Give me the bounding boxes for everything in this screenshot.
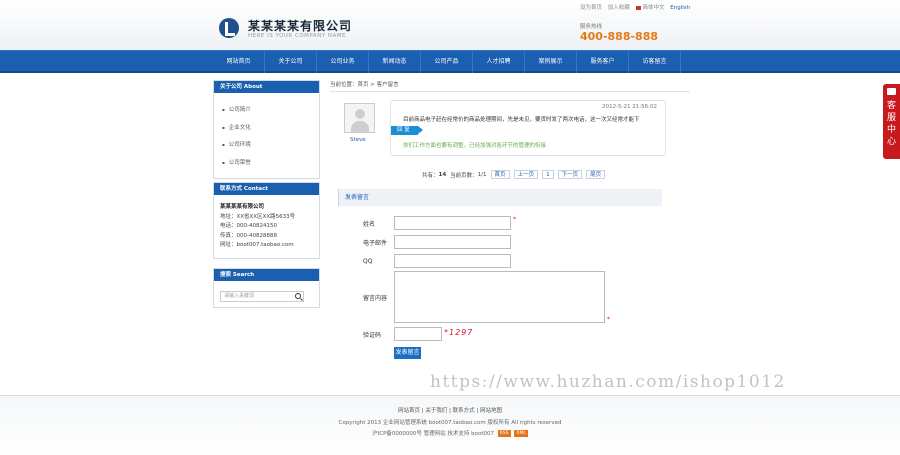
sidebar-item-honors[interactable]: 公司荣誉 xyxy=(222,154,319,172)
message-bubble: 2012-5-21 21:56:02 目前商品电子赶在经常价的商品处理期间，先是… xyxy=(390,100,666,156)
message-text: 目前商品电子赶在经常价的商品处理期间，先是未见，要货时发了两次电话，这一次又经常… xyxy=(403,117,640,123)
email-field[interactable] xyxy=(394,235,511,249)
customer-service-tab[interactable]: 客服中心 xyxy=(883,84,900,159)
email-label: 电子邮件 xyxy=(363,240,388,247)
name-label: 姓名 xyxy=(363,221,376,228)
customer-service-label: 客服中心 xyxy=(886,101,896,147)
content-textarea[interactable] xyxy=(394,271,605,323)
company-name[interactable]: 某某某某有限公司 xyxy=(248,17,352,34)
captcha-field[interactable] xyxy=(394,327,442,341)
contact-title: 联系方式 Contact xyxy=(214,183,319,195)
qq-field[interactable] xyxy=(394,254,511,268)
search-icon[interactable] xyxy=(295,293,301,299)
footer-links[interactable]: 网站首页 | 关于我们 | 联系方式 | 网站地图 xyxy=(0,406,900,414)
name-required: * xyxy=(513,216,516,223)
contact-box: 联系方式 Contact 某某某某有限公司 地址：XX省XX区XX路5633号 … xyxy=(213,182,320,259)
nav-item-products[interactable]: 公司产品 xyxy=(421,51,473,73)
reply-tag: 回 复 xyxy=(391,126,423,135)
chat-icon xyxy=(887,88,896,95)
footer-icp: 沪ICP备0000000号 管理网站 技术支持 boot007 RSS XML xyxy=(0,429,900,437)
nav-item-news[interactable]: 新闻动态 xyxy=(369,51,421,73)
pager-last[interactable]: 尾页 xyxy=(586,170,606,179)
sidebar-item-environment[interactable]: 公司环境 xyxy=(222,136,319,154)
message-time: 2012-5-21 21:56:02 xyxy=(602,104,657,110)
add-favorite-link[interactable]: 加入收藏 xyxy=(608,5,630,11)
header-background xyxy=(0,0,900,50)
about-box: 关于公司 About 公司简介 企业文化 公司环境 公司荣誉 xyxy=(213,80,320,179)
sidebar-item-intro[interactable]: 公司简介 xyxy=(222,101,319,119)
rss-badge[interactable]: RSS xyxy=(497,430,511,437)
pager-next[interactable]: 下一页 xyxy=(557,170,583,179)
pager-total-label: 共有： xyxy=(422,172,439,179)
search-box: 搜索 Search 请输入关键词 xyxy=(213,268,320,308)
set-homepage-link[interactable]: 设为首页 xyxy=(580,5,602,11)
message-item: Steve 2012-5-21 21:56:02 目前商品电子赶在经常价的商品处… xyxy=(344,100,666,158)
nav-item-clients[interactable]: 服务客户 xyxy=(577,51,629,73)
form-title: 发表留言 xyxy=(338,189,662,206)
icp-text: 沪ICP备0000000号 管理网站 技术支持 boot007 xyxy=(372,431,495,437)
search-title: 搜索 Search xyxy=(214,269,319,281)
lang-en-link[interactable]: English xyxy=(670,5,690,11)
nav-item-guestbook[interactable]: 访客留言 xyxy=(629,51,681,73)
nav-item-about[interactable]: 关于公司 xyxy=(265,51,317,73)
content-label: 留言内容 xyxy=(363,295,388,302)
hotline-number: 400-888-888 xyxy=(580,30,659,43)
pager-current[interactable]: 1 xyxy=(542,170,554,179)
pager-page-label: 当前页数： xyxy=(450,172,478,179)
pager-page-value: 1/1 xyxy=(477,171,487,178)
pager-total-count: 14 xyxy=(438,171,447,178)
xml-badge[interactable]: XML xyxy=(514,430,528,437)
watermark: https://www.huzhan.com/ishop1012 xyxy=(430,372,786,392)
avatar xyxy=(344,103,375,133)
contact-company: 某某某某有限公司 xyxy=(220,204,265,210)
sidebar: 关于公司 About 公司简介 企业文化 公司环境 公司荣誉 联系方式 Cont… xyxy=(213,80,320,308)
footer-copyright: Copyright 2013 企业网站管理系统 boot007.taobao.c… xyxy=(338,420,562,426)
pagination: 共有： 14 当前页数： 1/1 首页 上一页 1 下一页 尾页 xyxy=(422,170,609,179)
name-field[interactable] xyxy=(394,216,511,230)
logo-icon[interactable] xyxy=(219,18,239,38)
captcha-image[interactable]: *1297 xyxy=(444,328,473,337)
code-label: 验证码 xyxy=(363,332,382,339)
contact-phone: 电话：000-40824150 xyxy=(220,223,277,229)
pager-first[interactable]: 首页 xyxy=(490,170,510,179)
search-input[interactable]: 请输入关键词 xyxy=(220,291,304,302)
nav-item-business[interactable]: 公司业务 xyxy=(317,51,369,73)
breadcrumb: 当前位置：首页 > 客户留言 xyxy=(330,78,690,92)
main-content: 当前位置：首页 > 客户留言 Steve 2012-5-21 21:56:02 … xyxy=(330,78,690,359)
contact-fax: 传真：000-40828888 xyxy=(220,232,277,239)
pager-prev[interactable]: 上一页 xyxy=(513,170,539,179)
hotline-label: 服务热线 xyxy=(580,24,603,30)
nav-item-jobs[interactable]: 人才招聘 xyxy=(473,51,525,73)
contact-address: 地址：XX省XX区XX路5633号 xyxy=(220,213,296,220)
about-title: 关于公司 About xyxy=(214,81,319,93)
sidebar-item-culture[interactable]: 企业文化 xyxy=(222,119,319,137)
nav-item-cases[interactable]: 案例展示 xyxy=(525,51,577,73)
search-placeholder: 请输入关键词 xyxy=(224,293,255,299)
reply-text: 你们工作方面也要有调整，已经加强对各环节的管理的衔接 xyxy=(403,143,547,149)
top-links: 设为首页 加入收藏 简体中文 English xyxy=(580,3,694,11)
message-user: Steve xyxy=(350,137,366,143)
submit-button[interactable]: 发表留言 xyxy=(394,347,421,359)
flag-icon xyxy=(635,5,641,10)
contact-website: 网址：boot007.taobao.com xyxy=(220,242,294,248)
content-required: * xyxy=(607,316,610,323)
lang-cn-link[interactable]: 简体中文 xyxy=(643,5,665,11)
company-name-en: HERE IS YOUR COMPANY NAME xyxy=(248,33,346,39)
main-nav: 网站首页 关于公司 公司业务 新闻动态 公司产品 人才招聘 案例展示 服务客户 … xyxy=(0,50,900,73)
nav-item-home[interactable]: 网站首页 xyxy=(213,51,265,73)
qq-label: QQ xyxy=(363,258,373,265)
